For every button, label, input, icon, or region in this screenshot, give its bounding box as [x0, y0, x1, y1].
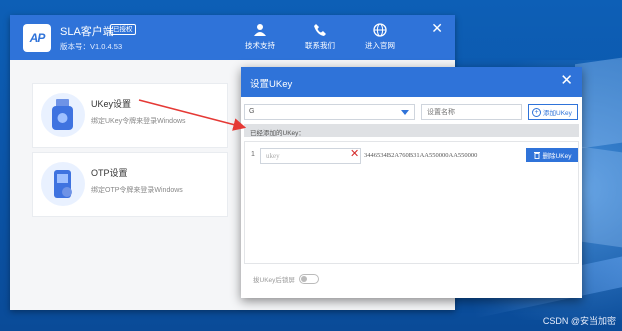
nav-tech-support[interactable]: 技术支持	[235, 23, 285, 51]
lock-on-remove-label: 拔UKey后锁屏	[253, 277, 295, 284]
otp-settings-title: OTP设置	[91, 168, 128, 178]
nav-official-site[interactable]: 进入官网	[355, 23, 405, 51]
delete-ukey-button[interactable]: 删除UKey	[526, 148, 578, 162]
nav-official-site-label: 进入官网	[365, 41, 395, 50]
dialog-close-icon[interactable]: ✕	[560, 73, 573, 88]
ukey-serial: 3446534B2A760B31AA550000AA550000	[364, 152, 478, 159]
user-support-icon	[254, 24, 266, 36]
license-badge: 已授权	[110, 24, 136, 35]
add-ukey-label: 添加UKey	[543, 110, 572, 117]
add-ukey-button[interactable]: + 添加UKey	[528, 104, 578, 120]
app-version: 版本号：V1.0.4.53	[60, 42, 123, 51]
ukey-settings-title: UKey设置	[91, 99, 132, 109]
clear-icon[interactable]: ✕	[350, 149, 359, 160]
app-logo: AP	[23, 24, 51, 52]
ukey-settings-desc: 绑定UKey令牌来登录Windows	[91, 118, 186, 125]
group-select-value: G	[249, 108, 255, 115]
nav-contact-us-label: 联系我们	[305, 41, 335, 50]
phone-icon	[314, 24, 326, 36]
ukey-list: 1 ukey ✕ 3446534B2A760B31AA550000AA55000…	[244, 141, 579, 264]
lock-on-remove-toggle[interactable]	[298, 274, 319, 284]
plus-icon: +	[532, 107, 541, 117]
otp-settings-desc: 绑定OTP令牌来登录Windows	[91, 187, 183, 194]
ukey-value-field[interactable]: ukey	[260, 148, 361, 164]
row-index: 1	[251, 151, 255, 158]
dialog-header: 设置UKey ✕	[241, 67, 582, 97]
windows-logo-pane-bottom	[575, 145, 622, 250]
otp-token-icon	[41, 162, 85, 206]
chevron-down-icon	[401, 110, 409, 115]
dialog-title: 设置UKey	[250, 79, 293, 90]
nav-contact-us[interactable]: 联系我们	[295, 23, 345, 51]
usb-key-icon	[41, 93, 85, 137]
nav-tech-support-label: 技术支持	[245, 41, 275, 50]
app-name: SLA客户端	[60, 26, 114, 38]
windows-logo-pane-top	[575, 55, 622, 150]
app-logo-text: AP	[29, 31, 46, 45]
watermark: CSDN @安当加密	[542, 316, 616, 326]
lock-on-remove-setting: 拔UKey后锁屏	[253, 274, 319, 284]
ukey-settings-card[interactable]: UKey设置 绑定UKey令牌来登录Windows	[32, 83, 228, 148]
delete-ukey-label: 删除UKey	[542, 153, 572, 160]
added-ukeys-header: 已经添加的UKey：	[244, 124, 579, 137]
group-select[interactable]: G	[244, 104, 415, 120]
otp-settings-card[interactable]: OTP设置 绑定OTP令牌来登录Windows	[32, 152, 228, 217]
globe-icon	[373, 23, 387, 37]
ukey-name-input[interactable]	[421, 104, 522, 120]
trash-icon	[533, 152, 540, 159]
ukey-settings-dialog: 设置UKey ✕ G + 添加UKey 已经添加的UKey： 1 ukey ✕ …	[241, 67, 582, 298]
client-header: AP SLA客户端 已授权 版本号：V1.0.4.53 技术支持 联系我们 进入…	[10, 15, 455, 60]
table-row: 1 ukey ✕ 3446534B2A760B31AA550000AA55000…	[245, 148, 578, 164]
main-close-icon[interactable]: ✕	[431, 21, 443, 35]
